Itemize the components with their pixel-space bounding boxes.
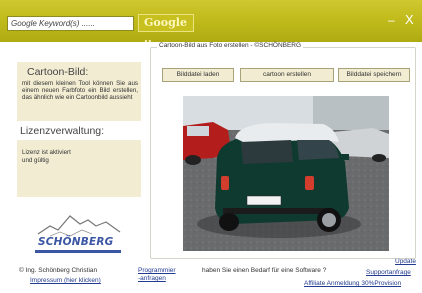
- support-request-link[interactable]: Supportanfrage: [366, 269, 411, 276]
- save-image-button[interactable]: Bilddatei speichern: [338, 68, 410, 82]
- info-title: Cartoon-Bild:: [27, 66, 89, 78]
- info-description: mit diesem kleinen Tool können Sie aus e…: [22, 80, 138, 101]
- copyright-text: © Ing. Schönberg Christian: [19, 267, 98, 274]
- imprint-link[interactable]: Impressum (hier klicken): [30, 277, 101, 284]
- logo-underline: [35, 250, 121, 253]
- license-status-line1: Lizenz ist aktiviert: [22, 149, 71, 156]
- software-question-text: haben Sie einen Bedarf für eine Software…: [202, 267, 327, 274]
- programming-request-link[interactable]: Programmier: [138, 267, 176, 274]
- license-status: Lizenz ist aktiviert und gültig: [22, 149, 132, 164]
- license-title: Lizenzverwaltung:: [20, 125, 105, 137]
- license-status-line2: und gültig: [22, 156, 49, 164]
- affiliate-signup-link[interactable]: Affiliate Anmeldung 30%Provision: [304, 280, 401, 287]
- google-search-input[interactable]: [7, 16, 134, 31]
- load-image-button[interactable]: Bilddatei laden: [162, 68, 234, 82]
- create-cartoon-button[interactable]: cartoon erstellen: [240, 68, 334, 82]
- minimize-icon[interactable]: –: [388, 13, 395, 27]
- image-preview: [183, 96, 389, 251]
- update-link[interactable]: Update: [395, 258, 416, 265]
- google-search-button[interactable]: Google ..: [138, 14, 194, 45]
- close-icon[interactable]: X: [405, 12, 414, 27]
- programming-request-link-line2[interactable]: -anfragen: [138, 275, 166, 282]
- group-title: Cartoon-Bild aus Foto erstellen - ©SCHÖN…: [157, 42, 304, 49]
- logo-wordmark: SCHÖNBERG: [38, 236, 114, 248]
